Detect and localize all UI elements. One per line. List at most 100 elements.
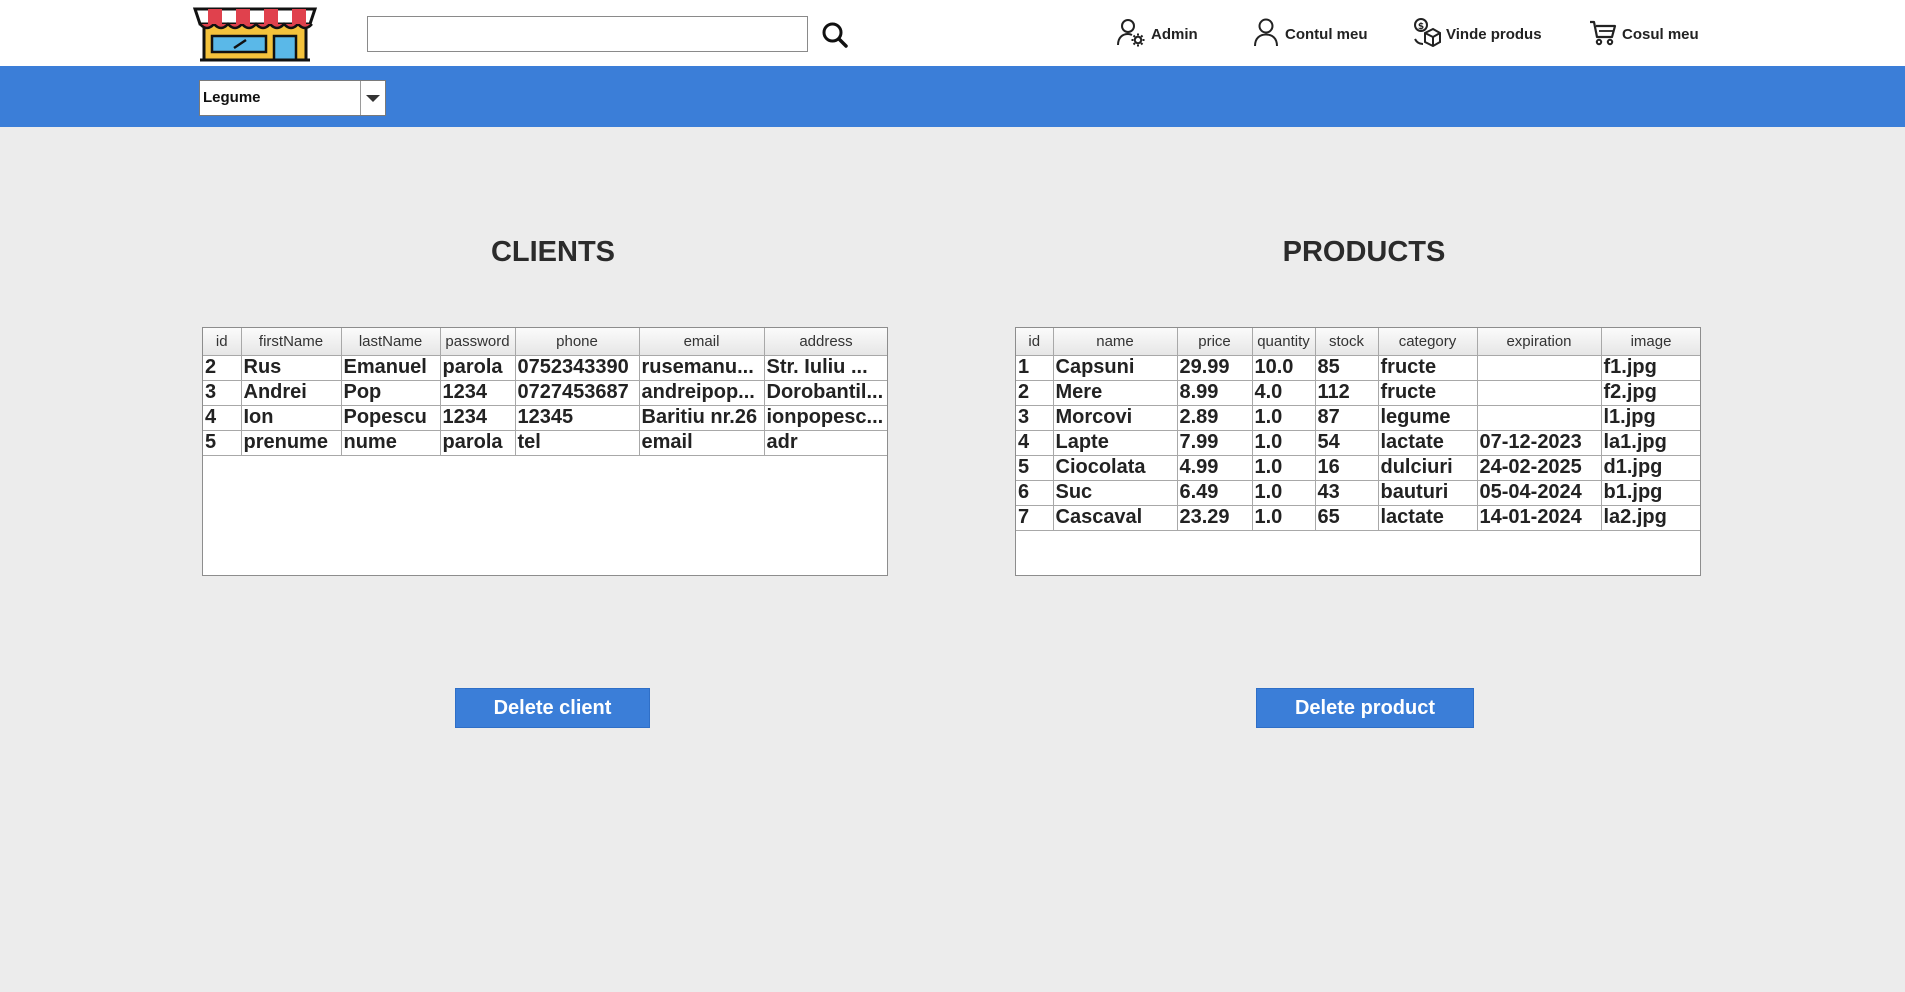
- delete-client-button[interactable]: Delete client: [455, 688, 650, 728]
- table-cell-expiration[interactable]: 07-12-2023: [1477, 430, 1602, 456]
- nav-cosul-meu[interactable]: Cosul meu: [1589, 18, 1699, 50]
- table-cell-address[interactable]: Str. Iuliu ...: [764, 355, 887, 381]
- table-cell-price[interactable]: 23.29: [1177, 505, 1253, 531]
- table-row[interactable]: 4 Ion Popescu 1234 12345 Baritiu nr.26 ionpope…: [203, 405, 887, 431]
- table-cell-category[interactable]: lactate: [1378, 505, 1478, 531]
- delete-product-button[interactable]: Delete product: [1256, 688, 1474, 728]
- table-cell-name[interactable]: Ciocolata: [1053, 455, 1178, 481]
- table-cell-phone[interactable]: tel: [515, 430, 640, 456]
- table-cell-id[interactable]: 5: [1016, 455, 1054, 481]
- column-header-expiration[interactable]: expiration: [1477, 328, 1602, 356]
- table-cell-stock[interactable]: 87: [1315, 405, 1379, 431]
- table-cell-expiration[interactable]: 05-04-2024: [1477, 480, 1602, 506]
- column-header-image[interactable]: image: [1601, 328, 1700, 356]
- table-cell-image[interactable]: f1.jpg: [1601, 355, 1700, 381]
- table-cell-stock[interactable]: 112: [1315, 380, 1379, 406]
- table-cell-quantity[interactable]: 1.0: [1252, 455, 1316, 481]
- table-row[interactable]: 5 prenume nume parola tel email adr: [203, 430, 887, 456]
- table-row[interactable]: 4 Lapte 7.99 1.0 54 lactate 07-12-2023 la1.jpg: [1016, 430, 1700, 456]
- table-cell-stock[interactable]: 54: [1315, 430, 1379, 456]
- table-cell-price[interactable]: 7.99: [1177, 430, 1253, 456]
- products-table[interactable]: id name price quantity stock category expirati…: [1015, 327, 1701, 576]
- table-cell-image[interactable]: la2.jpg: [1601, 505, 1700, 531]
- table-cell-quantity[interactable]: 4.0: [1252, 380, 1316, 406]
- table-row[interactable]: 7 Cascaval 23.29 1.0 65 lactate 14-01-2024 la2.…: [1016, 505, 1700, 531]
- table-cell-name[interactable]: Morcovi: [1053, 405, 1178, 431]
- table-cell-id[interactable]: 1: [1016, 355, 1054, 381]
- table-cell-category[interactable]: fructe: [1378, 380, 1478, 406]
- nav-contul-meu[interactable]: Contul meu: [1252, 18, 1368, 50]
- table-cell-password[interactable]: 1234: [440, 380, 516, 406]
- table-cell-expiration[interactable]: [1477, 405, 1602, 431]
- table-cell-category[interactable]: fructe: [1378, 355, 1478, 381]
- table-row[interactable]: 2 Rus Emanuel parola 0752343390 rusemanu... St…: [203, 355, 887, 381]
- table-cell-quantity[interactable]: 1.0: [1252, 505, 1316, 531]
- table-cell-name[interactable]: Suc: [1053, 480, 1178, 506]
- table-cell-price[interactable]: 8.99: [1177, 380, 1253, 406]
- table-row[interactable]: 1 Capsuni 29.99 10.0 85 fructe f1.jpg: [1016, 355, 1700, 381]
- table-cell-expiration[interactable]: [1477, 355, 1602, 381]
- table-cell-name[interactable]: Capsuni: [1053, 355, 1178, 381]
- table-cell-expiration[interactable]: [1477, 380, 1602, 406]
- column-header-password[interactable]: password: [440, 328, 516, 356]
- table-cell-email[interactable]: email: [639, 430, 765, 456]
- table-cell-category[interactable]: bauturi: [1378, 480, 1478, 506]
- table-cell-category[interactable]: legume: [1378, 405, 1478, 431]
- table-cell-password[interactable]: parola: [440, 355, 516, 381]
- table-cell-address[interactable]: Dorobantil...: [764, 380, 887, 406]
- table-cell-quantity[interactable]: 1.0: [1252, 405, 1316, 431]
- table-cell-lastname[interactable]: nume: [341, 430, 441, 456]
- table-cell-id[interactable]: 4: [203, 405, 242, 431]
- table-cell-expiration[interactable]: 14-01-2024: [1477, 505, 1602, 531]
- table-cell-lastname[interactable]: Emanuel: [341, 355, 441, 381]
- search-input[interactable]: [367, 16, 808, 52]
- table-cell-firstname[interactable]: Rus: [241, 355, 342, 381]
- table-cell-id[interactable]: 2: [203, 355, 242, 381]
- table-cell-id[interactable]: 7: [1016, 505, 1054, 531]
- table-cell-name[interactable]: Mere: [1053, 380, 1178, 406]
- table-cell-image[interactable]: d1.jpg: [1601, 455, 1700, 481]
- clients-table[interactable]: id firstName lastName password phone email add…: [202, 327, 888, 576]
- table-cell-email[interactable]: rusemanu...: [639, 355, 765, 381]
- table-cell-price[interactable]: 6.49: [1177, 480, 1253, 506]
- nav-vinde-produs[interactable]: $ Vinde produs: [1413, 18, 1542, 50]
- table-cell-address[interactable]: adr: [764, 430, 887, 456]
- table-cell-phone[interactable]: 0752343390: [515, 355, 640, 381]
- column-header-id[interactable]: id: [1016, 328, 1054, 356]
- table-cell-lastname[interactable]: Popescu: [341, 405, 441, 431]
- table-cell-firstname[interactable]: Andrei: [241, 380, 342, 406]
- column-header-firstname[interactable]: firstName: [241, 328, 342, 356]
- table-cell-category[interactable]: dulciuri: [1378, 455, 1478, 481]
- table-cell-name[interactable]: Lapte: [1053, 430, 1178, 456]
- table-cell-email[interactable]: Baritiu nr.26: [639, 405, 765, 431]
- search-icon[interactable]: [818, 18, 852, 52]
- table-cell-price[interactable]: 4.99: [1177, 455, 1253, 481]
- table-row[interactable]: 6 Suc 6.49 1.0 43 bauturi 05-04-2024 b1.jpg: [1016, 480, 1700, 506]
- table-row[interactable]: 3 Morcovi 2.89 1.0 87 legume l1.jpg: [1016, 405, 1700, 431]
- table-cell-lastname[interactable]: Pop: [341, 380, 441, 406]
- table-cell-firstname[interactable]: prenume: [241, 430, 342, 456]
- table-cell-quantity[interactable]: 10.0: [1252, 355, 1316, 381]
- column-header-quantity[interactable]: quantity: [1252, 328, 1316, 356]
- table-row[interactable]: 5 Ciocolata 4.99 1.0 16 dulciuri 24-02-2025 d1.…: [1016, 455, 1700, 481]
- shop-logo-icon[interactable]: [192, 6, 318, 62]
- table-cell-stock[interactable]: 65: [1315, 505, 1379, 531]
- table-cell-id[interactable]: 5: [203, 430, 242, 456]
- table-cell-stock[interactable]: 43: [1315, 480, 1379, 506]
- column-header-id[interactable]: id: [203, 328, 242, 356]
- table-cell-expiration[interactable]: 24-02-2025: [1477, 455, 1602, 481]
- table-cell-image[interactable]: la1.jpg: [1601, 430, 1700, 456]
- table-cell-id[interactable]: 2: [1016, 380, 1054, 406]
- column-header-stock[interactable]: stock: [1315, 328, 1379, 356]
- table-cell-id[interactable]: 6: [1016, 480, 1054, 506]
- table-row[interactable]: 3 Andrei Pop 1234 0727453687 andreipop... Doro…: [203, 380, 887, 406]
- table-cell-quantity[interactable]: 1.0: [1252, 430, 1316, 456]
- table-cell-image[interactable]: l1.jpg: [1601, 405, 1700, 431]
- table-cell-firstname[interactable]: Ion: [241, 405, 342, 431]
- table-cell-price[interactable]: 2.89: [1177, 405, 1253, 431]
- column-header-address[interactable]: address: [764, 328, 887, 356]
- column-header-phone[interactable]: phone: [515, 328, 640, 356]
- table-cell-password[interactable]: parola: [440, 430, 516, 456]
- table-row[interactable]: 2 Mere 8.99 4.0 112 fructe f2.jpg: [1016, 380, 1700, 406]
- table-cell-price[interactable]: 29.99: [1177, 355, 1253, 381]
